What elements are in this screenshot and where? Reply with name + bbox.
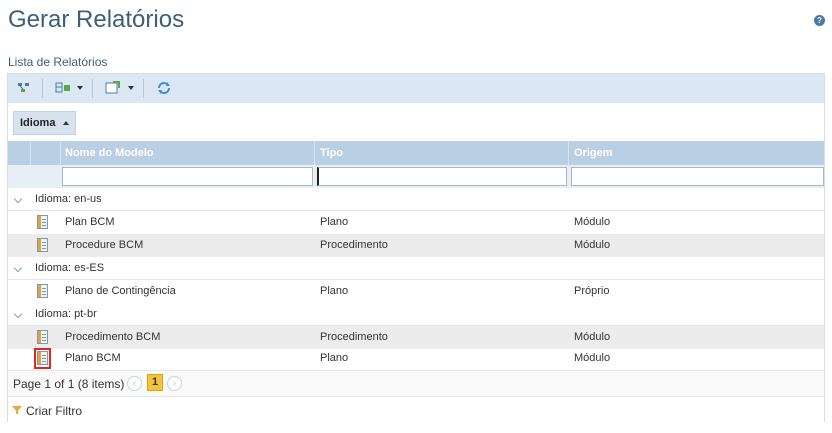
filter-origin-input[interactable] (571, 167, 824, 186)
cell-name: Plan BCM (65, 216, 115, 228)
group-label: Idioma: pt-br (35, 308, 97, 320)
table-row[interactable]: Procedure BCM Procedimento Módulo (8, 234, 824, 257)
export-icon[interactable] (104, 80, 122, 96)
cell-name: Procedure BCM (65, 239, 144, 251)
group-row-pt-br[interactable]: Idioma: pt-br (8, 303, 824, 326)
cell-origin: Próprio (574, 285, 610, 297)
cell-origin: Módulo (574, 331, 611, 343)
table-row[interactable]: Plano BCM Plano Módulo (8, 347, 824, 370)
group-tag-label: Idioma (20, 117, 56, 129)
group-tag-idioma[interactable]: Idioma (13, 111, 76, 135)
cell-type: Plano (320, 285, 349, 297)
toolbar-separator (143, 79, 144, 98)
cell-type: Plano (320, 352, 349, 364)
cell-origin: Módulo (574, 352, 611, 364)
cell-type: Procedimento (320, 239, 388, 251)
columns-icon[interactable] (54, 80, 72, 96)
cell-type: Procedimento (320, 331, 388, 343)
chevron-down-icon[interactable] (13, 263, 23, 273)
highlight-box (34, 348, 51, 369)
refresh-icon[interactable] (155, 80, 173, 96)
group-label: Idioma: es-ES (35, 262, 105, 274)
current-page-button[interactable]: 1 (147, 374, 163, 391)
filter-icon-stem (16, 410, 18, 414)
toolbar-separator (42, 79, 43, 98)
group-row-es-es[interactable]: Idioma: es-ES (8, 257, 824, 280)
create-filter-bar[interactable]: Criar Filtro (8, 396, 824, 423)
header-separator (30, 141, 31, 165)
filter-name-input[interactable] (62, 167, 313, 186)
report-icon[interactable] (37, 284, 48, 298)
filter-type-input[interactable] (317, 167, 567, 186)
grid-toolbar (8, 74, 824, 104)
table-row[interactable]: Plano de Contingência Plano Próprio (8, 280, 824, 303)
filter-row (8, 165, 824, 188)
cell-origin: Módulo (574, 239, 611, 251)
column-header-name[interactable]: Nome do Modelo (65, 141, 154, 165)
list-title: Lista de Relatórios (8, 55, 108, 69)
pager-summary: Page 1 of 1 (8 items) (13, 377, 125, 391)
column-header-origin[interactable]: Origem (574, 141, 613, 165)
cell-name: Procedimento BCM (65, 331, 161, 343)
help-icon[interactable]: ? (814, 15, 825, 26)
pager: Page 1 of 1 (8 items) ‹ 1 › (8, 370, 824, 396)
chevron-down-icon[interactable] (13, 309, 23, 319)
header-separator (314, 141, 315, 165)
columns-dropdown-caret[interactable] (77, 86, 83, 90)
export-dropdown-caret[interactable] (128, 86, 134, 90)
group-row-en-us[interactable]: Idioma: en-us (8, 188, 824, 211)
chevron-down-icon[interactable] (13, 194, 23, 204)
reports-grid: Idioma Nome do Modelo Tipo Origem Idioma… (7, 73, 825, 423)
grid-header: Nome do Modelo Tipo Origem (8, 141, 824, 165)
cell-type: Plano (320, 216, 349, 228)
report-icon[interactable] (37, 238, 48, 252)
group-by-icon[interactable] (16, 80, 34, 96)
group-panel: Idioma (8, 103, 824, 141)
report-icon[interactable] (37, 330, 48, 344)
cell-name: Plano BCM (65, 352, 121, 364)
header-separator (568, 141, 569, 165)
create-filter-link[interactable]: Criar Filtro (26, 404, 82, 418)
sort-asc-icon (63, 121, 70, 126)
page-title: Gerar Relatórios (8, 6, 185, 33)
table-row[interactable]: Procedimento BCM Procedimento Módulo (8, 326, 824, 349)
report-icon[interactable] (37, 215, 48, 229)
cell-origin: Módulo (574, 216, 611, 228)
cell-name: Plano de Contingência (65, 285, 176, 297)
prev-page-button[interactable]: ‹ (127, 376, 142, 391)
header-separator (60, 141, 61, 165)
table-row[interactable]: Plan BCM Plano Módulo (8, 211, 824, 234)
column-header-type[interactable]: Tipo (320, 141, 343, 165)
next-page-button[interactable]: › (167, 376, 182, 391)
group-label: Idioma: en-us (35, 193, 102, 205)
toolbar-separator (92, 79, 93, 98)
